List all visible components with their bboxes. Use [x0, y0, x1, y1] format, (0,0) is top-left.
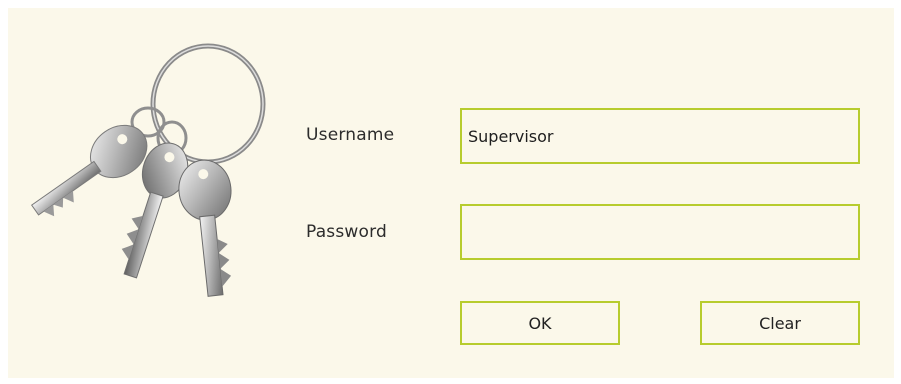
ok-button-label: OK — [528, 313, 552, 333]
clear-button-label: Clear — [759, 313, 801, 333]
clear-button[interactable]: Clear — [700, 301, 860, 345]
password-label: Password — [306, 222, 388, 242]
ok-button[interactable]: OK — [460, 301, 620, 345]
username-input[interactable] — [460, 108, 860, 164]
keys-icon — [30, 43, 266, 297]
username-label: Username — [306, 125, 395, 145]
password-input[interactable] — [460, 204, 860, 260]
login-panel: Username Password OK Clear — [8, 8, 894, 378]
